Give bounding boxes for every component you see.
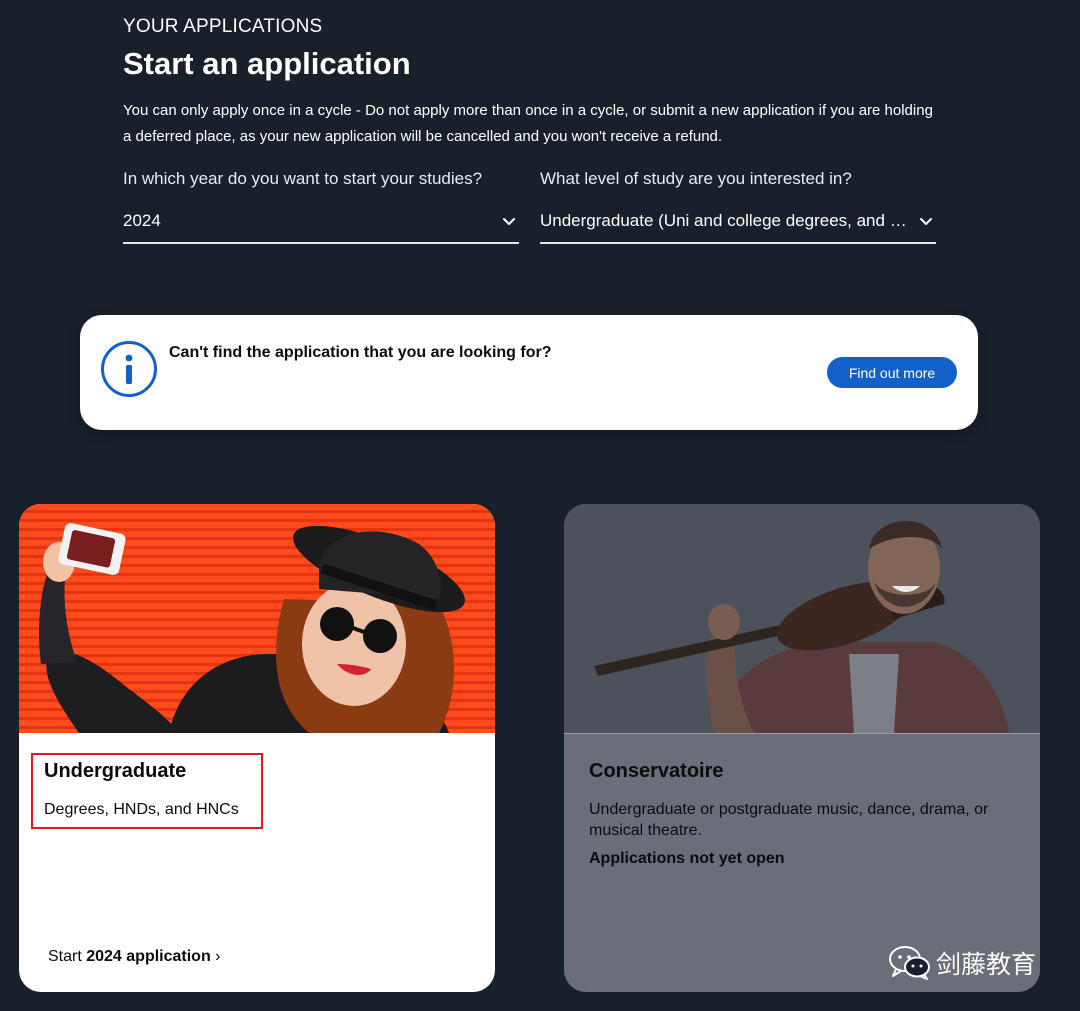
start-link-prefix: Start [48, 948, 87, 965]
highlight-box [31, 753, 263, 829]
page-title: Start an application [123, 46, 411, 81]
chevron-down-icon [920, 218, 932, 225]
year-select-label: In which year do you want to start your … [123, 169, 483, 188]
application-notice: You can only apply once in a cycle - Do … [123, 102, 933, 145]
chevron-down-icon [503, 218, 515, 225]
conservatoire-card: Conservatoire Undergraduate or postgradu… [564, 504, 1040, 992]
start-application-link[interactable]: Start 2024 application › [48, 948, 221, 966]
conservatoire-photo [564, 504, 1040, 734]
info-banner: Can't find the application that you are … [80, 315, 978, 430]
conservatoire-title: Conservatoire [589, 760, 724, 782]
year-select-value: 2024 [123, 211, 161, 230]
section-eyebrow: YOUR APPLICATIONS [123, 16, 323, 37]
conservatoire-description: Undergraduate or postgraduate music, dan… [589, 801, 989, 839]
wechat-icon [889, 946, 930, 980]
info-banner-text: Can't find the application that you are … [169, 344, 552, 361]
conservatoire-status: Applications not yet open [589, 850, 785, 867]
level-select[interactable]: Undergraduate (Uni and college degrees, … [540, 200, 936, 244]
undergraduate-card[interactable]: Undergraduate Degrees, HNDs, and HNCs St… [19, 504, 495, 992]
start-link-year: 2024 application [86, 948, 211, 965]
info-circle-icon [101, 341, 157, 397]
level-select-value: Undergraduate (Uni and college degrees, … [540, 211, 910, 230]
find-out-more-button[interactable]: Find out more [827, 357, 957, 388]
watermark: 剑藤教育 [888, 945, 1036, 981]
watermark-text: 剑藤教育 [936, 950, 1037, 979]
chevron-right-icon: › [210, 948, 221, 965]
year-select[interactable]: 2024 [123, 200, 519, 244]
level-select-label: What level of study are you interested i… [540, 169, 852, 188]
undergraduate-photo [19, 504, 495, 733]
